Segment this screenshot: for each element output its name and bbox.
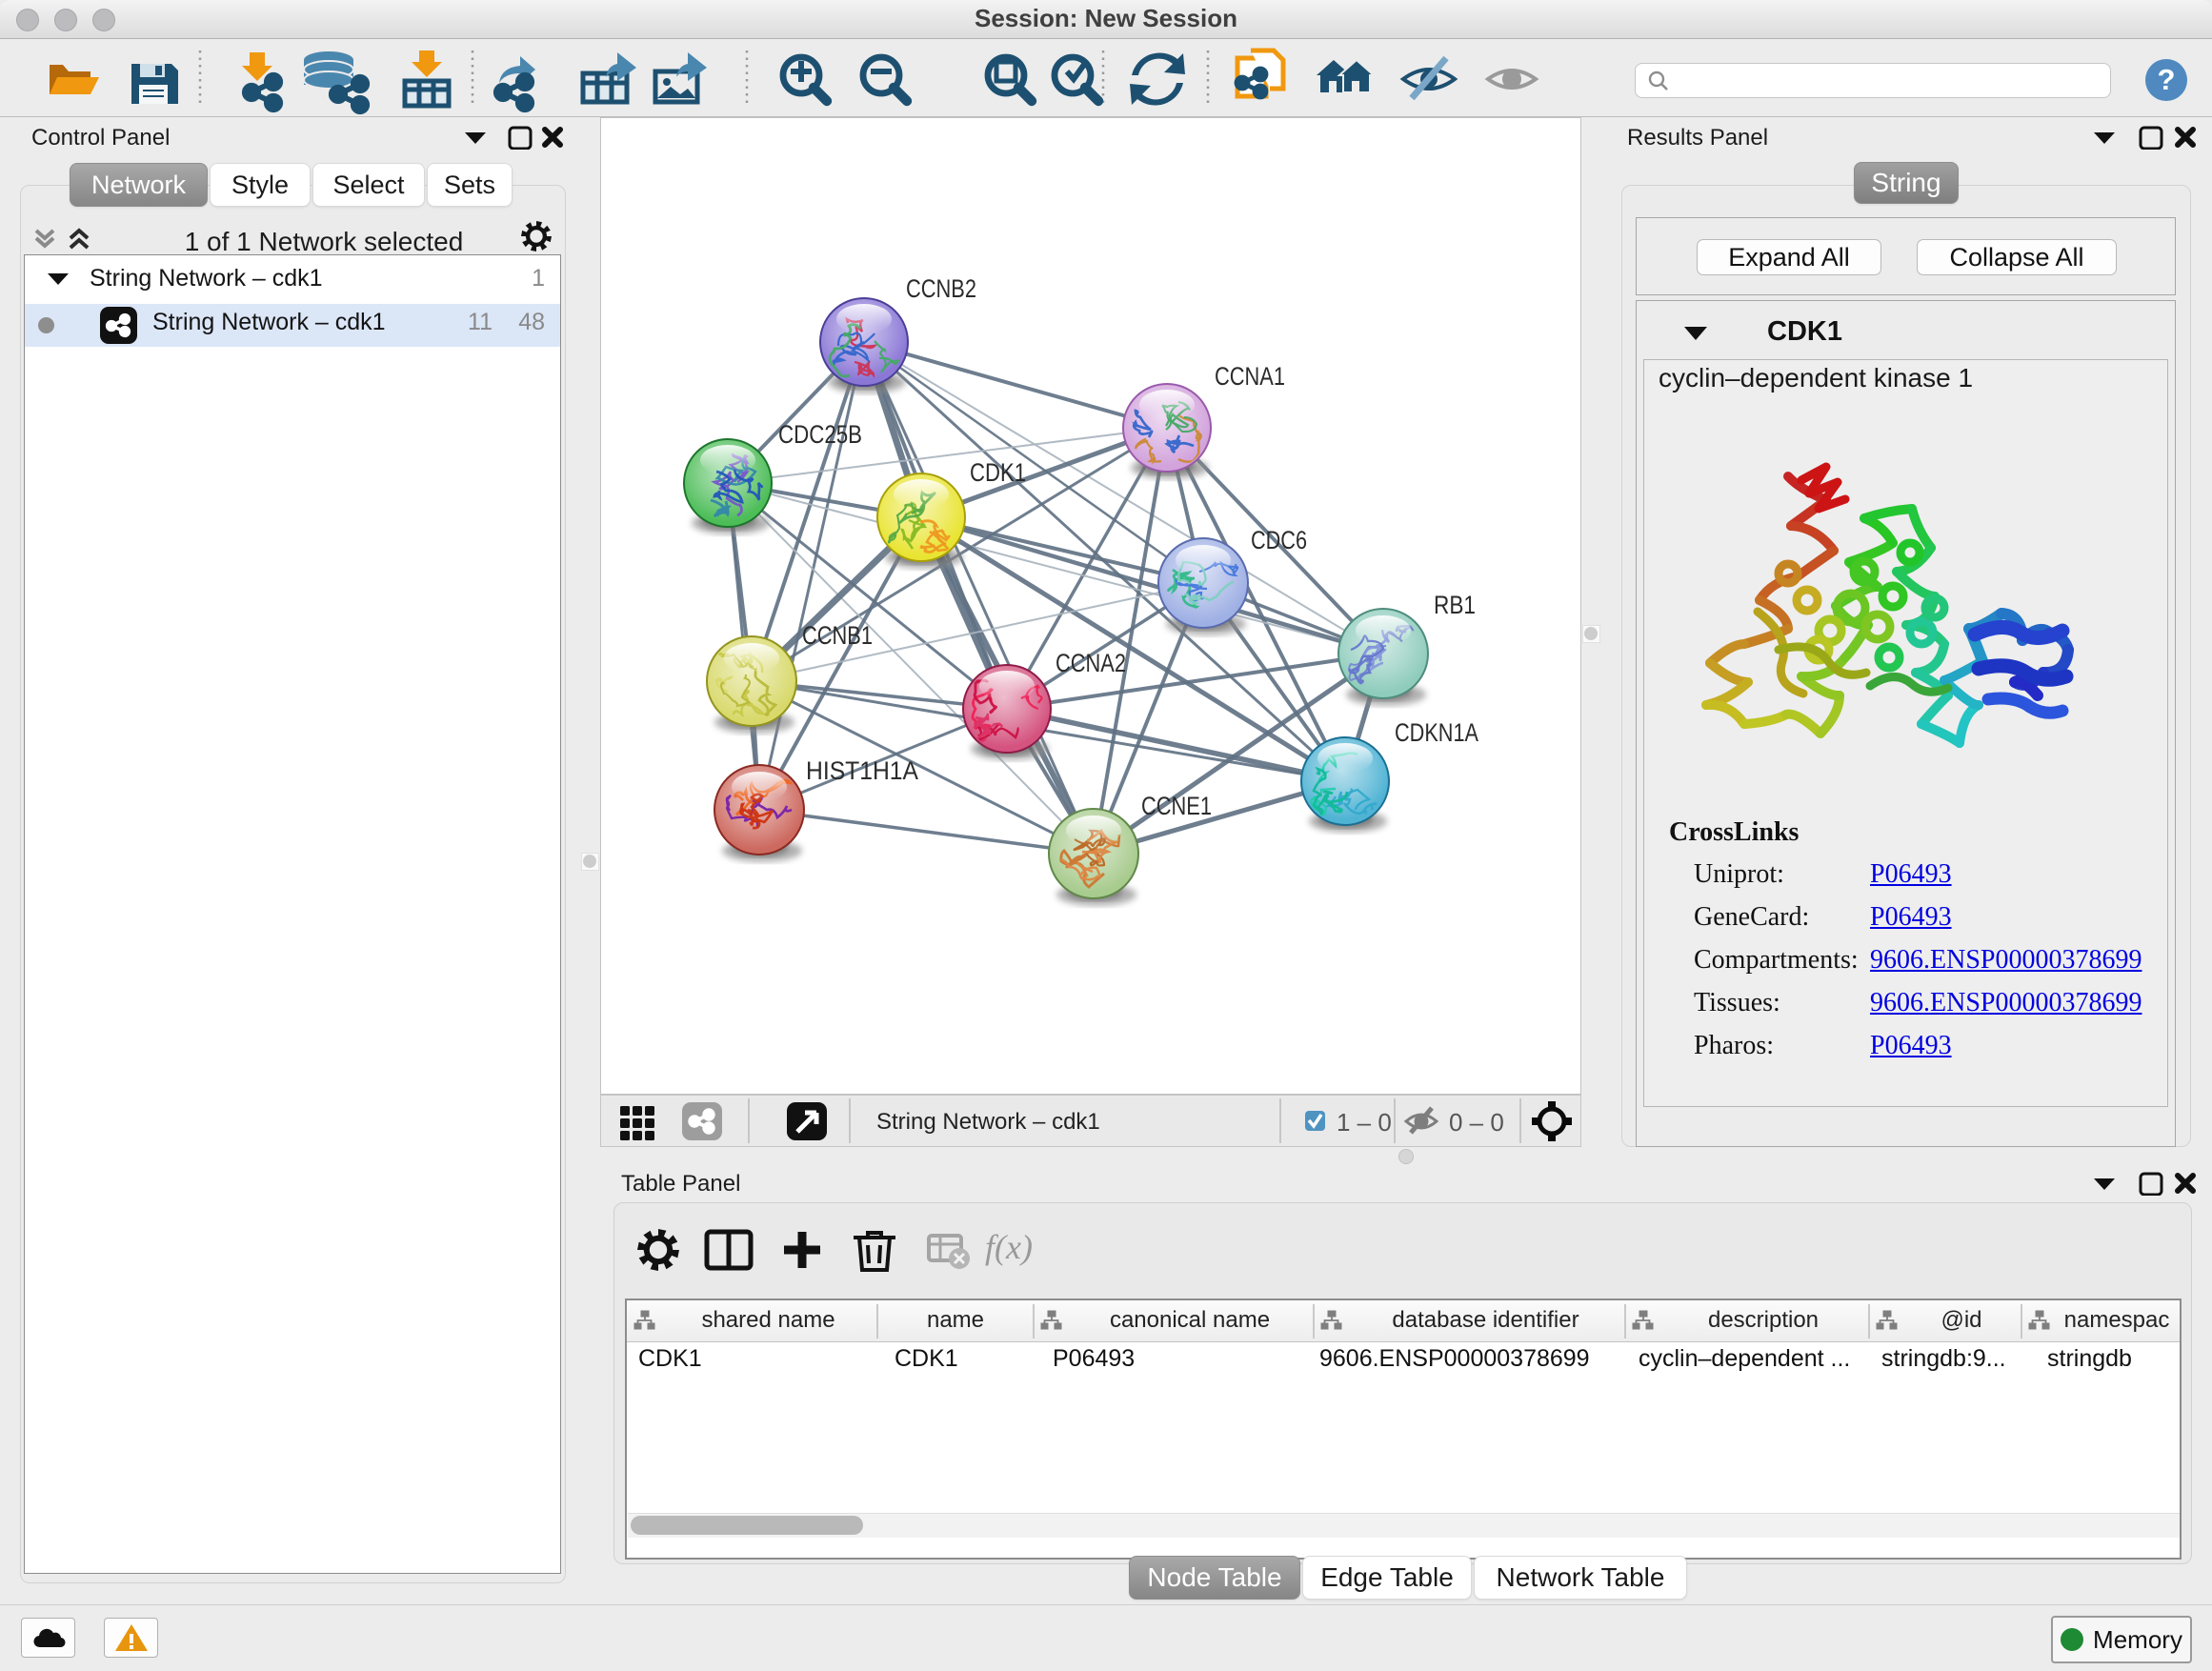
svg-text:RB1: RB1 <box>1434 591 1476 619</box>
svg-text:CCNA1: CCNA1 <box>1215 362 1285 391</box>
svg-text:CCNA2: CCNA2 <box>1056 649 1126 677</box>
svg-text:CDKN1A: CDKN1A <box>1395 718 1478 747</box>
svg-text:CDC6: CDC6 <box>1251 526 1307 554</box>
svg-text:CCNB2: CCNB2 <box>906 274 976 303</box>
svg-text:CCNB1: CCNB1 <box>802 621 873 650</box>
svg-text:CDC25B: CDC25B <box>778 420 862 449</box>
svg-text:HIST1H1A: HIST1H1A <box>806 756 918 785</box>
svg-text:CDK1: CDK1 <box>970 458 1026 487</box>
svg-text:CCNE1: CCNE1 <box>1141 792 1212 820</box>
